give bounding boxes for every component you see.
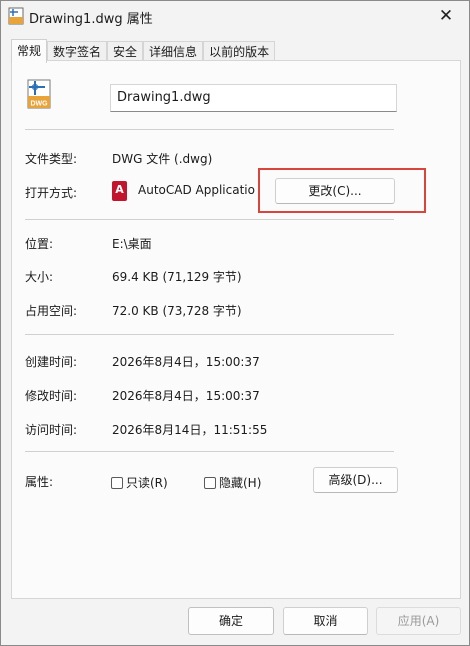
window-title: Drawing1.dwg 属性 <box>29 12 153 27</box>
readonly-label: 只读(R) <box>126 476 168 490</box>
autocad-icon: A <box>112 181 127 201</box>
general-panel <box>11 60 461 599</box>
separator <box>25 129 394 130</box>
disk-size-value: 72.0 KB (73,728 字节) <box>112 304 242 318</box>
hidden-label: 隐藏(H) <box>219 476 262 490</box>
cancel-button[interactable]: 取消 <box>283 607 368 635</box>
tab-digital-signatures[interactable]: 数字签名 <box>47 41 108 62</box>
file-type-label: 文件类型: <box>25 152 78 166</box>
tab-strip: 常规 数字签名 安全 详细信息 以前的版本 <box>11 39 276 63</box>
modified-value: 2026年8月4日，15:00:37 <box>112 389 260 403</box>
open-with-value: AutoCAD Application <box>138 183 256 197</box>
ok-button[interactable]: 确定 <box>188 607 274 635</box>
dwg-icon-text: DWG <box>30 101 48 108</box>
hidden-checkbox-box[interactable] <box>204 476 216 489</box>
modified-label: 修改时间: <box>25 389 78 403</box>
created-label: 创建时间: <box>25 355 78 369</box>
separator <box>25 219 394 220</box>
change-button[interactable]: 更改(C)... <box>275 178 395 204</box>
accessed-label: 访问时间: <box>25 423 78 437</box>
properties-dialog: Drawing1.dwg 属性 ✕ 常规 数字签名 安全 详细信息 以前的版本 … <box>0 0 470 646</box>
readonly-checkbox-box[interactable] <box>111 476 123 489</box>
created-value: 2026年8月4日，15:00:37 <box>112 355 260 369</box>
location-label: 位置: <box>25 237 54 251</box>
readonly-checkbox[interactable]: 只读(R) <box>111 474 168 491</box>
attributes-label: 属性: <box>25 475 54 489</box>
filename-input[interactable]: Drawing1.dwg <box>110 84 397 112</box>
open-with-label: 打开方式: <box>25 186 78 200</box>
title-bar: Drawing1.dwg 属性 ✕ <box>1 1 469 31</box>
tab-previous-versions[interactable]: 以前的版本 <box>203 41 276 62</box>
size-value: 69.4 KB (71,129 字节) <box>112 270 242 284</box>
tab-details[interactable]: 详细信息 <box>143 41 204 62</box>
tab-general[interactable]: 常规 <box>11 39 48 63</box>
close-icon: ✕ <box>438 6 454 26</box>
separator <box>25 451 394 452</box>
accessed-value: 2026年8月14日，11:51:55 <box>112 423 268 437</box>
advanced-button[interactable]: 高级(D)... <box>313 467 398 493</box>
disk-size-label: 占用空间: <box>25 304 78 318</box>
tab-security[interactable]: 安全 <box>107 41 144 62</box>
hidden-checkbox[interactable]: 隐藏(H) <box>204 474 261 491</box>
file-type-value: DWG 文件 (.dwg) <box>112 152 213 166</box>
size-label: 大小: <box>25 270 54 284</box>
separator <box>25 334 394 335</box>
apply-button[interactable]: 应用(A) <box>376 607 461 635</box>
close-button[interactable]: ✕ <box>431 3 461 29</box>
dwg-file-icon <box>8 7 24 25</box>
location-value: E:\桌面 <box>112 237 152 251</box>
dwg-file-large-icon: DWG <box>27 79 51 109</box>
